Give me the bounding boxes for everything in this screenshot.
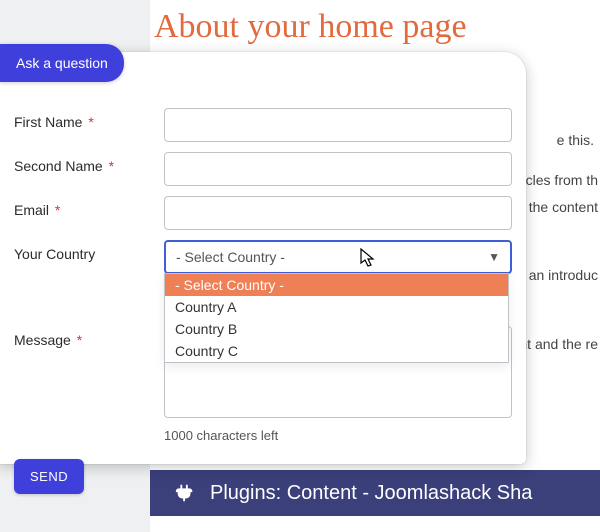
chars-left: 1000 characters left — [164, 428, 512, 443]
country-option[interactable]: Country B — [165, 318, 508, 340]
second-name-label: Second Name * — [14, 152, 164, 174]
country-dropdown[interactable]: - Select Country - Country A Country B C… — [164, 273, 509, 363]
send-button[interactable]: SEND — [14, 459, 84, 494]
second-name-input[interactable] — [164, 152, 512, 186]
chevron-down-icon: ▼ — [488, 250, 500, 264]
country-option[interactable]: Country A — [165, 296, 508, 318]
contact-panel: Ask a question First Name * Second Name … — [0, 52, 526, 464]
email-input[interactable] — [164, 196, 512, 230]
country-selected-value: - Select Country - — [176, 249, 285, 265]
page-title: About your home page — [154, 8, 600, 46]
email-label: Email * — [14, 196, 164, 218]
first-name-input[interactable] — [164, 108, 512, 142]
country-select[interactable]: - Select Country - ▼ — [164, 240, 512, 274]
first-name-label: First Name * — [14, 108, 164, 130]
country-option[interactable]: - Select Country - — [165, 274, 508, 296]
message-label: Message * — [14, 326, 164, 348]
ask-question-tab[interactable]: Ask a question — [0, 44, 124, 82]
country-label: Your Country — [14, 240, 164, 262]
country-option[interactable]: Country C — [165, 340, 508, 362]
